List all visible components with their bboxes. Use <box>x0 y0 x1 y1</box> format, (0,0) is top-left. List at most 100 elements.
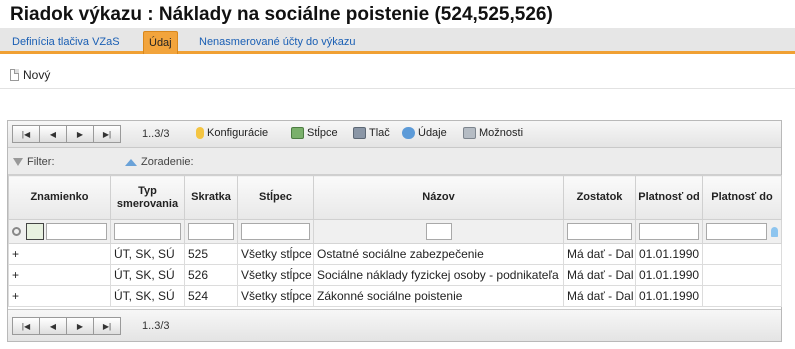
column-header-name[interactable]: Názov <box>313 175 564 220</box>
tab-nenasmerovane[interactable]: Nenasmerované účty do výkazu <box>194 31 361 54</box>
table-row[interactable]: + ÚT, SK, SÚ 526 Všetky stĺpce Sociálne … <box>8 264 782 286</box>
cell-balance: Má dať - Dal <box>563 285 636 307</box>
options-label: Možnosti <box>479 127 524 139</box>
funnel-icon <box>13 158 23 166</box>
sort-label: Zoradenie: <box>141 156 194 168</box>
first-page-icon: |◀ <box>21 129 31 139</box>
next-page-icon: ▶ <box>76 129 84 139</box>
cell-name: Ostatné sociálne zabezpečenie <box>313 243 564 265</box>
table-row[interactable]: + ÚT, SK, SÚ 524 Všetky stĺpce Zákonné s… <box>8 285 782 307</box>
tab-bar: Definícia tlačiva VZaS Údaj Nenasmerovan… <box>0 28 795 54</box>
cell-column: Všetky stĺpce <box>237 264 314 286</box>
sort-toggle[interactable]: Zoradenie: <box>125 156 194 168</box>
cell-column: Všetky stĺpce <box>237 285 314 307</box>
filter-input-name[interactable] <box>425 223 452 240</box>
tab-udaj[interactable]: Údaj <box>143 31 178 54</box>
cell-name: Zákonné sociálne poistenie <box>313 285 564 307</box>
footer-prev-page-button[interactable]: ◀ <box>39 317 67 335</box>
cell-name: Sociálne náklady fyzickej osoby - podnik… <box>313 264 564 286</box>
column-header-code[interactable]: Skratka <box>184 175 238 220</box>
filter-input-valid-to[interactable] <box>706 223 767 240</box>
new-button-label: Nový <box>23 68 51 82</box>
data-globe-icon <box>402 127 415 139</box>
footer-first-page-button[interactable]: |◀ <box>12 317 40 335</box>
next-page-icon: ▶ <box>76 321 84 331</box>
column-header-valid-from[interactable]: Platnosť od <box>635 175 703 220</box>
grid-table: Znamienko Typ smerovania Skratka Stĺpec … <box>8 175 782 307</box>
filter-input-valid-from[interactable] <box>639 223 699 240</box>
page-title: Riadok výkazu : Náklady na sociálne pois… <box>10 4 553 25</box>
cell-type: ÚT, SK, SÚ <box>110 243 185 265</box>
filter-toggle[interactable]: Filter: <box>13 156 55 168</box>
cell-type: ÚT, SK, SÚ <box>110 264 185 286</box>
footer-record-count: 1..3/3 <box>142 320 170 332</box>
configurations-label: Konfigurácie <box>207 127 269 139</box>
filter-bar: Filter: Zoradenie: <box>8 148 781 175</box>
last-page-icon: ▶| <box>102 129 112 139</box>
prev-page-button[interactable]: ◀ <box>39 125 67 143</box>
first-page-icon: |◀ <box>21 321 31 331</box>
page-toolbar: Nový <box>0 61 795 89</box>
new-document-icon <box>10 69 19 81</box>
cell-valid-to <box>702 285 782 307</box>
cell-sign: + <box>8 264 111 286</box>
grid-footer: |◀ ◀ ▶ ▶| 1..3/3 <box>8 309 781 341</box>
filter-row <box>8 219 782 244</box>
column-header-sign[interactable]: Znamienko <box>8 175 111 220</box>
first-page-button[interactable]: |◀ <box>12 125 40 143</box>
options-button[interactable]: Možnosti <box>463 127 523 139</box>
cell-balance: Má dať - Dal <box>563 264 636 286</box>
cell-sign: + <box>8 243 111 265</box>
grid-toolbar: |◀ ◀ ▶ ▶| 1..3/3 Konfigurácie Stĺpce Tla… <box>8 121 781 148</box>
tab-definicia[interactable]: Definícia tlačiva VZaS <box>7 31 125 54</box>
options-icon <box>463 127 476 139</box>
prev-page-icon: ◀ <box>49 321 57 331</box>
next-page-button[interactable]: ▶ <box>66 125 94 143</box>
filter-input-sign[interactable] <box>46 223 107 240</box>
columns-icon <box>291 127 304 139</box>
cell-sign: + <box>8 285 111 307</box>
footer-pager: |◀ ◀ ▶ ▶| <box>12 317 121 335</box>
column-header-column[interactable]: Stĺpec <box>237 175 314 220</box>
cell-code: 526 <box>184 264 238 286</box>
footer-last-page-button[interactable]: ▶| <box>93 317 121 335</box>
filter-label: Filter: <box>27 156 55 168</box>
filter-input-code[interactable] <box>188 223 234 240</box>
new-button[interactable]: Nový <box>10 67 50 83</box>
columns-button[interactable]: Stĺpce <box>291 127 338 139</box>
printer-icon <box>353 127 366 139</box>
filter-apply-icon[interactable] <box>26 223 44 240</box>
cell-code: 524 <box>184 285 238 307</box>
cell-type: ÚT, SK, SÚ <box>110 285 185 307</box>
print-label: Tlač <box>369 127 390 139</box>
sort-icon <box>125 158 137 166</box>
configurations-button[interactable]: Konfigurácie <box>196 127 268 139</box>
cell-valid-from: 01.01.1990 <box>635 285 703 307</box>
last-page-icon: ▶| <box>102 321 112 331</box>
data-label: Údaje <box>418 127 447 139</box>
cell-valid-from: 01.01.1990 <box>635 243 703 265</box>
column-header-balance[interactable]: Zostatok <box>563 175 636 220</box>
pager: |◀ ◀ ▶ ▶| <box>12 125 121 143</box>
column-header-type[interactable]: Typ smerovania <box>110 175 185 220</box>
cell-balance: Má dať - Dal <box>563 243 636 265</box>
cell-valid-from: 01.01.1990 <box>635 264 703 286</box>
filter-input-type[interactable] <box>114 223 181 240</box>
columns-label: Stĺpce <box>307 127 338 139</box>
data-grid: |◀ ◀ ▶ ▶| 1..3/3 Konfigurácie Stĺpce Tla… <box>7 120 782 342</box>
filter-input-balance[interactable] <box>567 223 632 240</box>
cell-code: 525 <box>184 243 238 265</box>
cell-valid-to <box>702 264 782 286</box>
column-header-valid-to[interactable]: Platnosť do <box>702 175 782 220</box>
data-button[interactable]: Údaje <box>402 127 447 139</box>
filter-input-column[interactable] <box>241 223 310 240</box>
print-button[interactable]: Tlač <box>353 127 390 139</box>
cell-valid-to <box>702 243 782 265</box>
prev-page-icon: ◀ <box>49 129 57 139</box>
last-page-button[interactable]: ▶| <box>93 125 121 143</box>
table-row[interactable]: + ÚT, SK, SÚ 525 Všetky stĺpce Ostatné s… <box>8 243 782 265</box>
hint-bulb-icon[interactable] <box>771 226 778 237</box>
footer-next-page-button[interactable]: ▶ <box>66 317 94 335</box>
cell-column: Všetky stĺpce <box>237 243 314 265</box>
search-icon[interactable] <box>12 227 21 236</box>
